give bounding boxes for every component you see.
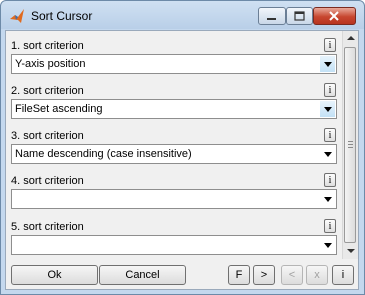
chevron-down-icon[interactable] — [320, 191, 335, 207]
ok-button[interactable]: Ok — [11, 265, 98, 285]
next-button[interactable]: > — [253, 265, 275, 285]
dialog-content: 1. sort criterion i Y-axis position 2. s… — [5, 30, 359, 290]
close-button[interactable] — [313, 7, 356, 25]
remove-button[interactable]: x — [306, 265, 328, 285]
button-bar: Ok Cancel F > < x i — [6, 260, 358, 289]
criterion-5-select[interactable] — [11, 235, 337, 255]
criterion-2-select[interactable]: FileSet ascending — [11, 99, 337, 119]
matlab-icon — [10, 9, 24, 23]
window-title: Sort Cursor — [31, 9, 93, 23]
chevron-down-icon[interactable] — [320, 146, 335, 162]
cancel-button[interactable]: Cancel — [99, 265, 186, 285]
scroll-up-arrow-icon[interactable] — [344, 32, 357, 46]
criterion-3-value: Name descending (case insensitive) — [15, 148, 192, 160]
criterion-4-label: 4. sort criterion — [11, 175, 84, 187]
scrollbar-thumb[interactable] — [344, 47, 356, 243]
grip-line — [348, 141, 353, 142]
chevron-down-icon[interactable] — [320, 101, 335, 117]
chevron-down-icon[interactable] — [320, 56, 335, 72]
criterion-3-select[interactable]: Name descending (case insensitive) — [11, 144, 337, 164]
grip-line — [348, 147, 353, 148]
criterion-2-label: 2. sort criterion — [11, 85, 84, 97]
maximize-button[interactable] — [286, 7, 313, 25]
vertical-scrollbar[interactable] — [342, 31, 358, 259]
info-button[interactable]: i — [332, 265, 354, 285]
criteria-panel: 1. sort criterion i Y-axis position 2. s… — [6, 31, 342, 259]
chevron-down-icon[interactable] — [320, 237, 335, 253]
criterion-1-label: 1. sort criterion — [11, 40, 84, 52]
previous-button[interactable]: < — [281, 265, 303, 285]
minimize-icon — [267, 18, 276, 20]
close-icon — [329, 11, 339, 21]
minimize-button[interactable] — [258, 7, 286, 25]
criterion-5-info-button[interactable]: i — [324, 219, 336, 233]
grip-line — [348, 144, 353, 145]
criterion-1-info-button[interactable]: i — [324, 38, 336, 52]
criterion-4-info-button[interactable]: i — [324, 173, 336, 187]
criterion-3-label: 3. sort criterion — [11, 130, 84, 142]
criterion-4-select[interactable] — [11, 189, 337, 209]
criterion-5-label: 5. sort criterion — [11, 221, 84, 233]
criterion-2-info-button[interactable]: i — [324, 83, 336, 97]
maximize-icon — [294, 11, 305, 21]
criterion-2-value: FileSet ascending — [15, 103, 103, 115]
f-button[interactable]: F — [228, 265, 250, 285]
scroll-down-arrow-icon[interactable] — [344, 244, 357, 258]
criterion-1-select[interactable]: Y-axis position — [11, 54, 337, 74]
title-bar: Sort Cursor — [1, 1, 364, 30]
sort-cursor-window: Sort Cursor 1. sort criterion i Y-axis p… — [0, 0, 365, 295]
criterion-3-info-button[interactable]: i — [324, 128, 336, 142]
criterion-1-value: Y-axis position — [15, 58, 86, 70]
